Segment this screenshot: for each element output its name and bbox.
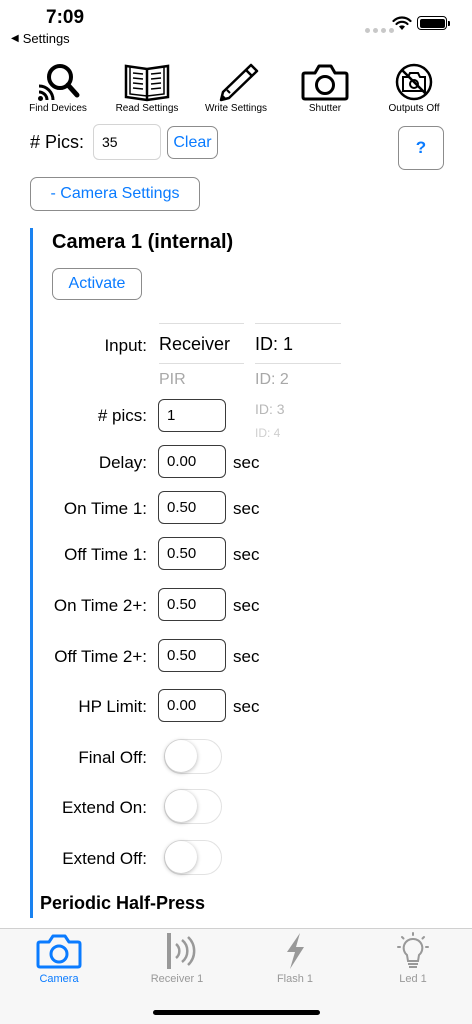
periodic-half-press-title: Periodic Half-Press bbox=[40, 893, 206, 913]
field-label: On Time 1: bbox=[63, 499, 147, 518]
pics-row: # Pics: 35 bbox=[30, 124, 161, 160]
picker-item[interactable]: ID: 3 bbox=[255, 401, 285, 417]
pics-count-input[interactable]: 35 bbox=[93, 124, 161, 160]
tab-led[interactable]: Led 1 bbox=[354, 929, 472, 991]
back-to-app-link[interactable]: ◀ Settings bbox=[11, 31, 70, 46]
unit-label: sec bbox=[233, 697, 260, 716]
activate-button[interactable]: Activate bbox=[52, 268, 142, 300]
toggle-label: Extend On: bbox=[61, 798, 147, 817]
shutter-button[interactable]: Shutter bbox=[277, 62, 373, 114]
tab-led-label: Led 1 bbox=[399, 973, 427, 985]
read-settings-label: Read Settings bbox=[115, 103, 179, 114]
back-arrow-icon: ◀ bbox=[11, 33, 19, 44]
pencil-icon bbox=[219, 63, 259, 102]
help-button[interactable]: ? bbox=[398, 126, 444, 170]
section-indicator-bar bbox=[30, 228, 33, 918]
extend-on-toggle[interactable] bbox=[164, 789, 222, 824]
read-settings-button[interactable]: Read Settings bbox=[99, 62, 195, 114]
camera-off-icon bbox=[395, 63, 433, 101]
final-off-toggle[interactable] bbox=[164, 739, 222, 774]
device-id-picker[interactable]: ID: 1 ID: 2 ID: 3 ID: 4 bbox=[255, 323, 341, 441]
field-label: On Time 2+: bbox=[53, 596, 147, 615]
field-label: HP Limit: bbox=[78, 697, 147, 716]
field-label: Delay: bbox=[98, 453, 147, 472]
outputs-off-button[interactable]: Outputs Off bbox=[366, 62, 462, 114]
on-time-1-input[interactable]: 0.50 bbox=[158, 491, 226, 524]
input-label: Input: bbox=[104, 336, 147, 355]
picker-item[interactable]: PIR bbox=[159, 371, 186, 389]
tab-receiver[interactable]: Receiver 1 bbox=[118, 929, 236, 991]
on-time-2-input[interactable]: 0.50 bbox=[158, 588, 226, 621]
tab-camera[interactable]: Camera bbox=[0, 929, 118, 991]
tab-flash[interactable]: Flash 1 bbox=[236, 929, 354, 991]
delay-input[interactable]: 0.00 bbox=[158, 445, 226, 478]
write-settings-button[interactable]: Write Settings bbox=[188, 62, 284, 114]
book-icon bbox=[124, 64, 170, 102]
picker-item[interactable]: ID: 2 bbox=[255, 371, 289, 389]
hp-limit-input[interactable]: 0.00 bbox=[158, 689, 226, 722]
off-time-1-input[interactable]: 0.50 bbox=[158, 537, 226, 570]
clear-button[interactable]: Clear bbox=[167, 126, 218, 159]
battery-icon bbox=[417, 16, 450, 30]
unit-label: sec bbox=[233, 453, 260, 472]
tab-receiver-label: Receiver 1 bbox=[150, 973, 204, 985]
find-devices-label: Find Devices bbox=[29, 103, 87, 114]
camera-settings-toggle-button[interactable]: - Camera Settings bbox=[30, 177, 200, 211]
lightning-icon bbox=[287, 933, 304, 969]
back-app-label: Settings bbox=[22, 31, 70, 46]
field-label: Off Time 2+: bbox=[54, 647, 147, 666]
section-title: Camera 1 (internal) bbox=[52, 231, 234, 253]
camera-icon bbox=[36, 934, 82, 969]
picker-selected-id[interactable]: ID: 1 bbox=[255, 334, 293, 355]
find-devices-button[interactable]: Find Devices bbox=[10, 62, 106, 114]
field-label: # pics: bbox=[97, 406, 147, 425]
pics-label: # Pics: bbox=[30, 131, 85, 152]
write-settings-label: Write Settings bbox=[204, 103, 268, 114]
receiver-icon bbox=[167, 933, 196, 969]
off-time-2-input[interactable]: 0.50 bbox=[158, 639, 226, 672]
unit-label: sec bbox=[233, 596, 260, 615]
unit-label: sec bbox=[233, 647, 260, 666]
home-indicator[interactable] bbox=[153, 1010, 320, 1015]
extend-off-toggle[interactable] bbox=[164, 840, 222, 875]
status-time: 7:09 bbox=[46, 7, 85, 28]
picker-selected-input[interactable]: Receiver bbox=[159, 334, 230, 355]
camera-section: Camera 1 (internal) Activate bbox=[30, 228, 472, 928]
wifi-icon bbox=[392, 16, 412, 30]
camera-icon bbox=[301, 64, 349, 101]
field-label: Off Time 1: bbox=[64, 545, 147, 564]
toggle-label: Final Off: bbox=[78, 748, 147, 767]
unit-label: sec bbox=[233, 545, 260, 564]
toggle-label: Extend Off: bbox=[62, 849, 147, 868]
tab-camera-label: Camera bbox=[39, 973, 79, 985]
status-bar: 7:09 ◀ Settings bbox=[0, 0, 472, 54]
lightbulb-icon bbox=[397, 932, 429, 968]
tab-flash-label: Flash 1 bbox=[276, 973, 314, 985]
search-device-icon bbox=[38, 64, 80, 101]
picker-item[interactable]: ID: 4 bbox=[255, 426, 280, 440]
unit-label: sec bbox=[233, 499, 260, 518]
signal-dots-icon bbox=[365, 28, 394, 33]
outputs-off-label: Outputs Off bbox=[388, 103, 440, 114]
top-toolbar: Find Devices Read Settings Write Setting… bbox=[0, 62, 472, 118]
shutter-label: Shutter bbox=[308, 103, 342, 114]
pics-per-trigger-input[interactable]: 1 bbox=[158, 399, 226, 432]
